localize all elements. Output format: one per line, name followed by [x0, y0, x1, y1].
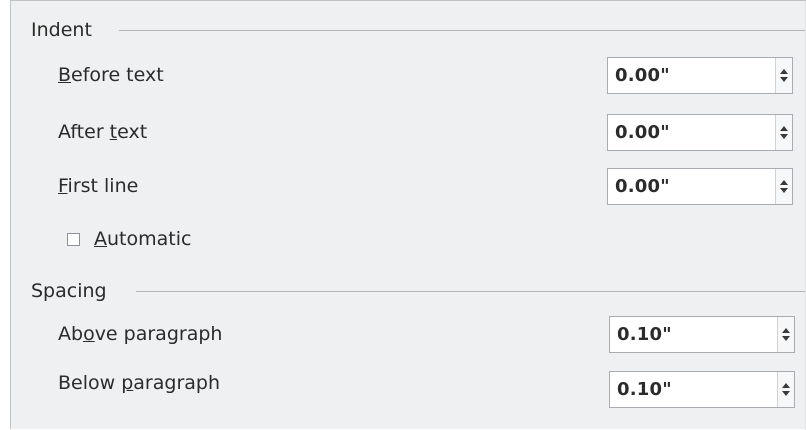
below-paragraph-label-rest: aragraph	[133, 372, 220, 394]
below-paragraph-value[interactable]: 0.10"	[610, 372, 777, 407]
before-text-mnemonic: B	[58, 64, 72, 86]
automatic-checkbox-row[interactable]: Automatic	[67, 223, 191, 255]
spacing-heading-text: Spacing	[31, 280, 107, 302]
after-text-label: After text	[58, 117, 147, 147]
before-text-label-rest: efore text	[71, 64, 164, 86]
indent-heading-text: Indent	[31, 19, 92, 41]
arrow-down-icon[interactable]	[780, 77, 788, 82]
before-text-label: Before text	[58, 60, 164, 90]
before-text-spinbox[interactable]: 0.00"	[607, 57, 793, 94]
above-paragraph-spinbox[interactable]: 0.10"	[609, 316, 795, 353]
first-line-label-rest: irst line	[67, 175, 139, 197]
spacing-section-heading: Spacing	[31, 276, 107, 306]
first-line-label: First line	[58, 171, 138, 201]
first-line-spin-buttons[interactable]	[775, 169, 792, 204]
below-paragraph-mnemonic: p	[121, 372, 134, 394]
after-text-label-pre: After	[58, 121, 110, 143]
above-paragraph-label-text: Above paragraph	[58, 323, 222, 345]
below-paragraph-label-pre: Below	[58, 372, 122, 394]
after-text-value[interactable]: 0.00"	[608, 115, 775, 150]
arrow-up-icon[interactable]	[780, 180, 788, 185]
below-paragraph-spinbox[interactable]: 0.10"	[609, 371, 795, 408]
automatic-label[interactable]: Automatic	[94, 228, 191, 250]
first-line-spinbox[interactable]: 0.00"	[607, 168, 793, 205]
first-line-label-text: First line	[58, 175, 138, 197]
automatic-mnemonic: A	[94, 228, 107, 250]
before-text-spin-buttons[interactable]	[775, 58, 792, 93]
below-paragraph-label-text: Below paragraph	[58, 372, 220, 394]
indent-section-heading: Indent	[31, 15, 92, 45]
after-text-label-text: After text	[58, 121, 147, 143]
arrow-down-icon[interactable]	[780, 188, 788, 193]
automatic-label-rest: utomatic	[107, 228, 192, 250]
after-text-label-rest: ext	[117, 121, 148, 143]
above-paragraph-value[interactable]: 0.10"	[610, 317, 777, 352]
after-text-mnemonic: t	[109, 121, 118, 143]
spacing-section-rule	[136, 291, 806, 292]
before-text-label-text: Before text	[58, 64, 164, 86]
arrow-up-icon[interactable]	[782, 383, 790, 388]
arrow-down-icon[interactable]	[782, 336, 790, 341]
after-text-spin-buttons[interactable]	[775, 115, 792, 150]
after-text-spinbox[interactable]: 0.00"	[607, 114, 793, 151]
arrow-up-icon[interactable]	[782, 328, 790, 333]
below-paragraph-label: Below paragraph	[58, 368, 220, 398]
arrow-down-icon[interactable]	[780, 134, 788, 139]
arrow-up-icon[interactable]	[780, 69, 788, 74]
paragraph-indents-spacing-panel: Indent Before text 0.00" After text 0.00…	[10, 0, 806, 430]
indent-section-rule	[119, 30, 806, 31]
before-text-value[interactable]: 0.00"	[608, 58, 775, 93]
above-paragraph-spin-buttons[interactable]	[777, 317, 794, 352]
arrow-up-icon[interactable]	[780, 126, 788, 131]
automatic-checkbox[interactable]	[67, 232, 80, 246]
above-paragraph-mnemonic: o	[83, 323, 95, 345]
arrow-down-icon[interactable]	[782, 391, 790, 396]
above-paragraph-label-rest: ve paragraph	[94, 323, 223, 345]
below-paragraph-spin-buttons[interactable]	[777, 372, 794, 407]
above-paragraph-label: Above paragraph	[58, 319, 222, 349]
first-line-mnemonic: F	[58, 175, 68, 197]
first-line-value[interactable]: 0.00"	[608, 169, 775, 204]
above-paragraph-label-pre: Ab	[58, 323, 84, 345]
